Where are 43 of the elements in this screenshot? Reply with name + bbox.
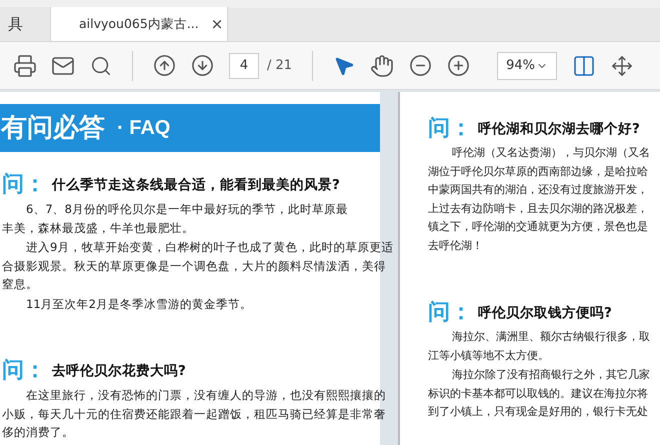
page-number-field[interactable]: 4 [229,52,259,78]
print-icon [13,54,37,78]
paragraph-line: 标识的卡基本都可以取钱的。建议在海拉尔将 [428,386,648,402]
question-title: 呼伦贝尔取钱方便吗? [478,304,612,323]
paragraph-line: 去呼伦湖！ [428,238,483,254]
close-icon[interactable]: × [210,12,224,36]
document-tab[interactable]: ailvyou065内蒙古... × [50,7,228,41]
hand-icon [370,54,394,78]
banner-title: 有问必答 [1,112,105,144]
paragraph-line: 呼伦湖（又名达赉湖），与贝尔湖（又名 [452,145,650,161]
question-mark-label: 问： [428,302,472,324]
zoom-dropdown[interactable]: 94% [497,52,558,80]
paragraph-line: 中蒙两国共有的湖泊，还没有过度旅游开发， [428,182,648,198]
paragraph-line: 江等小镇等地不太方便。 [428,348,549,364]
zoom-in-icon [446,54,470,77]
question-mark-label: 问： [2,360,46,382]
search-icon [90,54,112,76]
page-total: / 21 [267,56,292,75]
paragraph-line: 到了小镇上，只有现金是好用的，银行卡无处 [428,404,648,420]
paragraph-line: 侈的消费了。 [2,424,74,441]
question-mark-label: 问： [428,118,472,140]
paragraph-line: 窒息。 [2,276,38,293]
paragraph-line: 上过去有边防哨卡，且去贝尔湖的路况极差， [428,200,648,216]
paragraph-line: 在这里旅行，没有恐怖的门票，没有缠人的导游，也没有熙熙攘攘的 [26,387,386,404]
page-fit-icon [572,54,596,78]
paragraph-line: 海拉尔除了没有招商银行之外，其它几家 [452,367,650,383]
zoom-out-icon [408,54,432,77]
question-title: 呼伦湖和贝尔湖去哪个好? [478,120,640,139]
move-icon [611,54,634,76]
paragraph-line: 6、7、8月份的呼伦贝尔是一年中最好玩的季节，此时草原最 [26,201,348,218]
pointer-icon [333,54,356,76]
paragraph-line: 11月至次年2月是冬季冰雪游的黄金季节。 [26,296,252,312]
paragraph-line: 合摄影观景。秋天的草原更像是一个调色盘，大片的颜料尽情泼洒，美得 [2,258,386,274]
paragraph-line: 海拉尔、满洲里、额尔古纳银行很多，取 [452,329,650,345]
question-title: 什么季节走这条线最合适，能看到最美的风景? [52,176,340,195]
paragraph-line: 进入9月，牧草开始变黄，白桦树的叶子也成了黄色，此时的草原更适 [26,239,394,256]
paragraph-line: 小贩，每天几十元的住宿费还能跟着一起蹭饭，租匹马骑已经算是非常奢 [2,406,386,422]
question-mark-label: 问： [2,174,46,196]
paragraph-line: 镇之下，呼伦湖的交通就更为方便，景色也是 [428,219,648,235]
paragraph-line: 湖位于呼伦贝尔草原的西南部边缘，是哈拉哈 [428,164,648,180]
question-title: 去呼伦贝尔花费大吗? [52,362,186,381]
paragraph-line: 丰美，森林最茂盛，牛羊也最肥壮。 [2,220,194,236]
banner-subtitle: · FAQ [117,116,170,141]
